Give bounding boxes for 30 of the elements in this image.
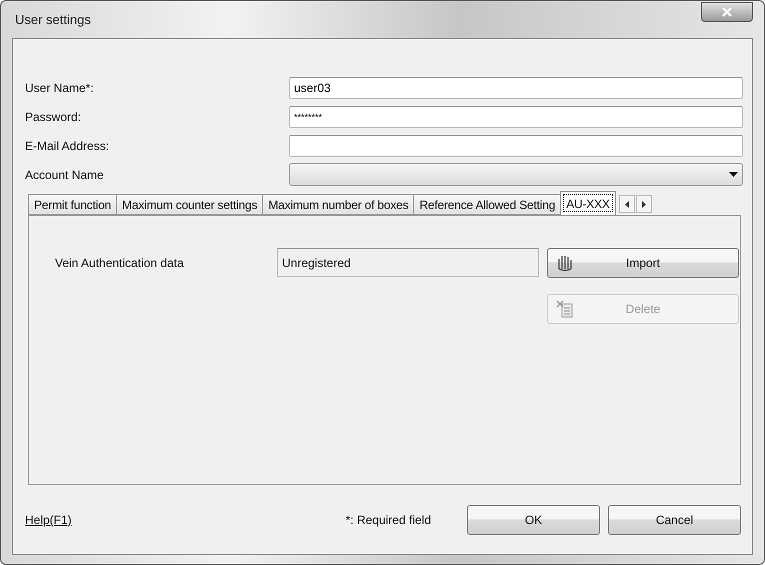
tab[interactable]: Reference Allowed Setting (413, 194, 562, 215)
window-title: User settings (15, 12, 91, 27)
field-label: Account Name (25, 168, 105, 182)
delete-document-icon (556, 300, 574, 318)
left-arrow-icon (624, 200, 629, 208)
field-label: E-Mail Address: (25, 138, 110, 152)
close-icon (721, 6, 733, 16)
input-field[interactable] (289, 134, 743, 156)
scroll-right-button[interactable] (636, 195, 652, 213)
input-field[interactable]: user03 (289, 76, 743, 98)
field-label: Password: (25, 110, 82, 124)
right-arrow-icon (642, 200, 646, 208)
tab[interactable]: AU-XXX (560, 191, 616, 215)
field-label: Vein Authentication data (55, 256, 185, 270)
account-dropdown[interactable] (289, 163, 743, 186)
dropdown-arrow-icon (729, 172, 738, 177)
status-field: Unregistered (277, 248, 539, 277)
field-label: User Name*: (25, 80, 95, 94)
cancel-button[interactable]: Cancel (608, 504, 741, 534)
help-link[interactable]: Help(F1) (25, 512, 72, 526)
ok-button[interactable]: OK (467, 504, 600, 534)
tab[interactable]: Maximum counter settings (116, 194, 264, 215)
tab[interactable]: Maximum number of boxes (262, 194, 414, 215)
required-note: *: Required field (346, 512, 431, 526)
close-button[interactable] (701, 2, 753, 22)
scroll-left-button[interactable] (618, 195, 635, 213)
import-button[interactable]: Import (547, 248, 739, 278)
input-field[interactable]: ******** (289, 106, 743, 128)
tab[interactable]: Permit function (28, 194, 118, 215)
hand-icon (556, 254, 574, 272)
